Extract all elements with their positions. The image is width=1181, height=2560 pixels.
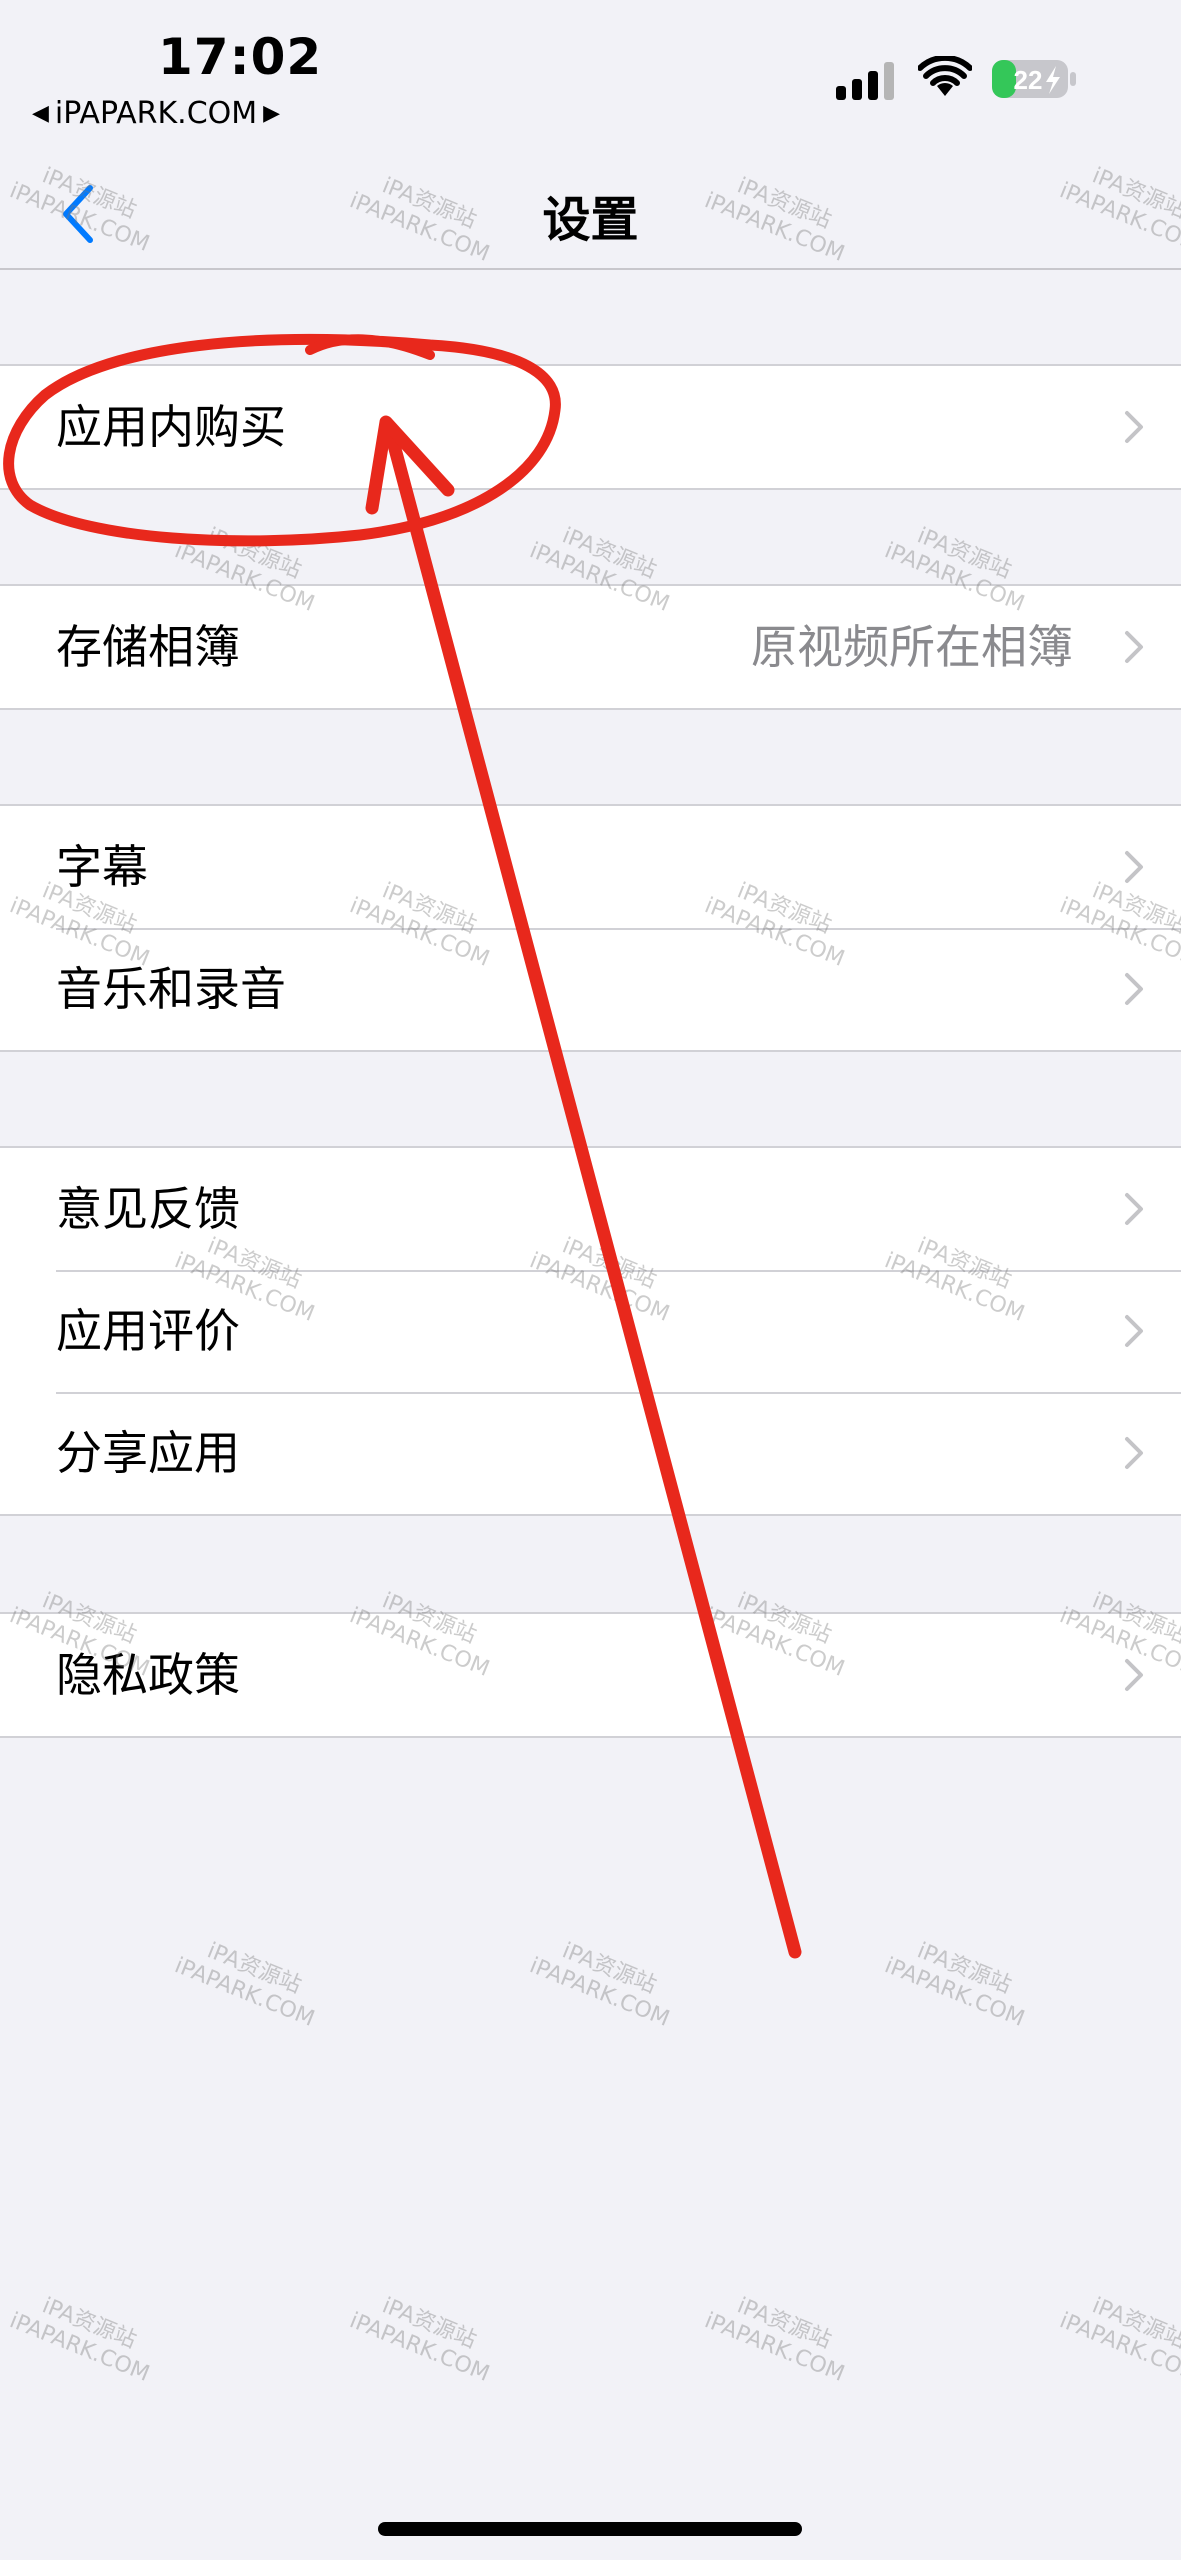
forward-triangle-icon: ▶ (263, 101, 281, 126)
status-time: 17:02 (158, 28, 323, 86)
settings-group-media: 字幕 音乐和录音 (0, 804, 1181, 1052)
watermark: iPA资源站 iPAPARK.COM (881, 1938, 1028, 2032)
chevron-right-icon (1125, 851, 1143, 883)
settings-row-subtitles[interactable]: 字幕 (0, 806, 1181, 928)
row-label: 应用评价 (56, 1304, 240, 1358)
settings-row-in-app-purchase[interactable]: 应用内购买 (0, 366, 1181, 488)
row-label: 分享应用 (56, 1426, 240, 1480)
chevron-right-icon (1125, 1193, 1143, 1225)
battery-level: 22 (1014, 65, 1043, 95)
watermark: iPA资源站 iPAPARK.COM (526, 1938, 673, 2032)
settings-group-album: 存储相簿 原视频所在相簿 (0, 584, 1181, 710)
watermark: iPA资源站 iPAPARK.COM (6, 2293, 153, 2387)
row-label: 字幕 (56, 840, 148, 894)
wifi-icon (918, 56, 972, 96)
home-indicator (378, 2522, 802, 2536)
row-label: 音乐和录音 (56, 962, 286, 1016)
chevron-right-icon (1125, 411, 1143, 443)
settings-row-music-recording[interactable]: 音乐和录音 (0, 928, 1181, 1050)
settings-row-rate-app[interactable]: 应用评价 (0, 1270, 1181, 1392)
watermark: iPA资源站 iPAPARK.COM (701, 2293, 848, 2387)
back-to-app-link[interactable]: ◀ iPAPARK.COM ▶ (32, 96, 280, 131)
chevron-right-icon (1125, 1315, 1143, 1347)
settings-row-privacy-policy[interactable]: 隐私政策 (0, 1614, 1181, 1736)
back-triangle-icon: ◀ (32, 101, 49, 126)
annotation-ellipse-tail (305, 334, 435, 360)
settings-row-feedback[interactable]: 意见反馈 (0, 1148, 1181, 1270)
settings-row-share-app[interactable]: 分享应用 (0, 1392, 1181, 1514)
page-title: 设置 (542, 192, 639, 248)
chevron-right-icon (1125, 631, 1143, 663)
back-app-label: iPAPARK.COM (54, 96, 258, 131)
chevron-right-icon (1125, 1437, 1143, 1469)
settings-group-feedback: 意见反馈 应用评价 分享应用 (0, 1146, 1181, 1516)
row-label: 存储相簿 (56, 620, 240, 674)
settings-group-purchase: 应用内购买 (0, 364, 1181, 490)
chevron-right-icon (1125, 1659, 1143, 1691)
settings-group-privacy: 隐私政策 (0, 1612, 1181, 1738)
chevron-right-icon (1125, 973, 1143, 1005)
navigation-bar: 设置 (0, 160, 1181, 270)
status-bar: 17:02 ◀ iPAPARK.COM ▶ 22 (0, 0, 1181, 160)
row-label: 隐私政策 (56, 1648, 240, 1702)
watermark: iPA资源站 iPAPARK.COM (171, 1938, 318, 2032)
cellular-signal-icon (836, 62, 894, 100)
row-label: 意见反馈 (56, 1182, 240, 1236)
watermark: iPA资源站 iPAPARK.COM (346, 2293, 493, 2387)
watermark: iPA资源站 iPAPARK.COM (1056, 2293, 1181, 2387)
row-value: 原视频所在相簿 (751, 620, 1073, 674)
row-label: 应用内购买 (56, 400, 286, 454)
battery-icon: 22 (992, 60, 1076, 98)
settings-row-storage-album[interactable]: 存储相簿 原视频所在相簿 (0, 586, 1181, 708)
